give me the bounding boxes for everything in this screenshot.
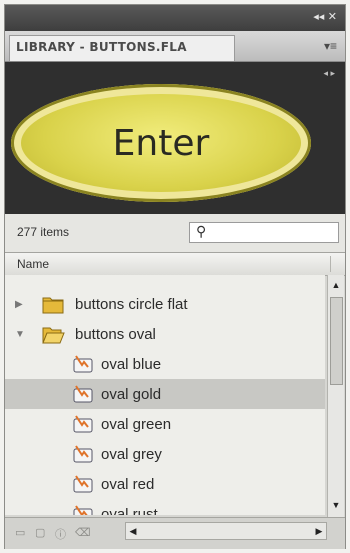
scroll-thumb[interactable]: [330, 297, 343, 385]
preview-button-label: Enter: [112, 122, 210, 164]
item-count: 277 items: [17, 225, 70, 239]
library-bottom-bar: ▭ ▢ ⓘ ⌫ ◀ ▶: [5, 517, 345, 549]
button-symbol-icon: [73, 505, 93, 515]
panel-window-controls[interactable]: ◂◂ ✕: [313, 10, 337, 23]
panel-menu-icon[interactable]: ▾≡: [324, 39, 337, 53]
panel-title-strip: ◂◂ ✕: [5, 5, 345, 31]
list-item-selected[interactable]: oval gold: [5, 379, 325, 409]
folder-open-icon: [42, 327, 65, 344]
search-input[interactable]: ⚲: [189, 222, 339, 243]
collapse-arrow-icon[interactable]: ▼: [15, 329, 25, 340]
list-item[interactable]: oval rust: [5, 499, 325, 515]
list-item[interactable]: oval red: [5, 469, 325, 499]
horizontal-scrollbar[interactable]: ◀ ▶: [125, 522, 327, 540]
button-symbol-icon: [73, 385, 93, 403]
list-item-label: oval rust: [101, 505, 158, 516]
list-item[interactable]: oval green: [5, 409, 325, 439]
search-icon: ⚲: [196, 223, 207, 239]
delete-icon[interactable]: ⌫: [75, 526, 91, 539]
list-item-label: buttons oval: [75, 325, 156, 343]
list-item-label: buttons circle flat: [75, 295, 188, 313]
list-item-label: oval grey: [101, 445, 162, 463]
list-item[interactable]: ▼ buttons oval: [5, 319, 325, 349]
folder-icon: [42, 297, 64, 314]
button-symbol-icon: [73, 415, 93, 433]
tab-bar: LIBRARY - BUTTONS.FLA ▾≡: [5, 31, 345, 62]
symbol-preview: ◂ ▸ Enter: [5, 62, 345, 214]
scroll-down-icon[interactable]: ▼: [328, 497, 344, 513]
new-folder-icon[interactable]: ▢: [35, 526, 45, 539]
button-symbol-icon: [73, 355, 93, 373]
button-symbol-icon: [73, 475, 93, 493]
scroll-left-icon[interactable]: ◀: [126, 523, 140, 539]
preview-nav-arrows[interactable]: ◂ ▸: [323, 68, 335, 79]
list-item-label: oval green: [101, 415, 172, 433]
button-symbol-icon: [73, 445, 93, 463]
oval-button-preview: Enter: [11, 84, 311, 202]
library-toolbar: 277 items ⚲: [5, 214, 345, 253]
scroll-right-icon[interactable]: ▶: [312, 523, 326, 539]
column-name-label: Name: [17, 257, 50, 271]
properties-icon[interactable]: ⓘ: [55, 526, 66, 542]
library-item-list: ▶ buttons circle flat ▼ buttons oval ova…: [5, 275, 325, 515]
new-symbol-icon[interactable]: ▭: [15, 526, 25, 539]
list-item[interactable]: ▶ buttons circle flat: [5, 289, 325, 319]
list-item[interactable]: oval grey: [5, 439, 325, 469]
list-item-label: oval red: [101, 475, 155, 493]
library-panel: ◂◂ ✕ LIBRARY - BUTTONS.FLA ▾≡ ◂ ▸ Enter …: [4, 4, 346, 549]
vertical-scrollbar[interactable]: ▲ ▼: [327, 275, 344, 533]
column-divider: [330, 256, 331, 272]
list-item-label: oval gold: [101, 385, 162, 403]
column-header[interactable]: Name: [5, 253, 345, 276]
expand-arrow-icon[interactable]: ▶: [15, 299, 23, 310]
scroll-up-icon[interactable]: ▲: [328, 277, 344, 293]
list-item[interactable]: oval blue: [5, 349, 325, 379]
tab-library[interactable]: LIBRARY - BUTTONS.FLA: [9, 35, 235, 61]
list-item-label: oval blue: [101, 355, 162, 373]
